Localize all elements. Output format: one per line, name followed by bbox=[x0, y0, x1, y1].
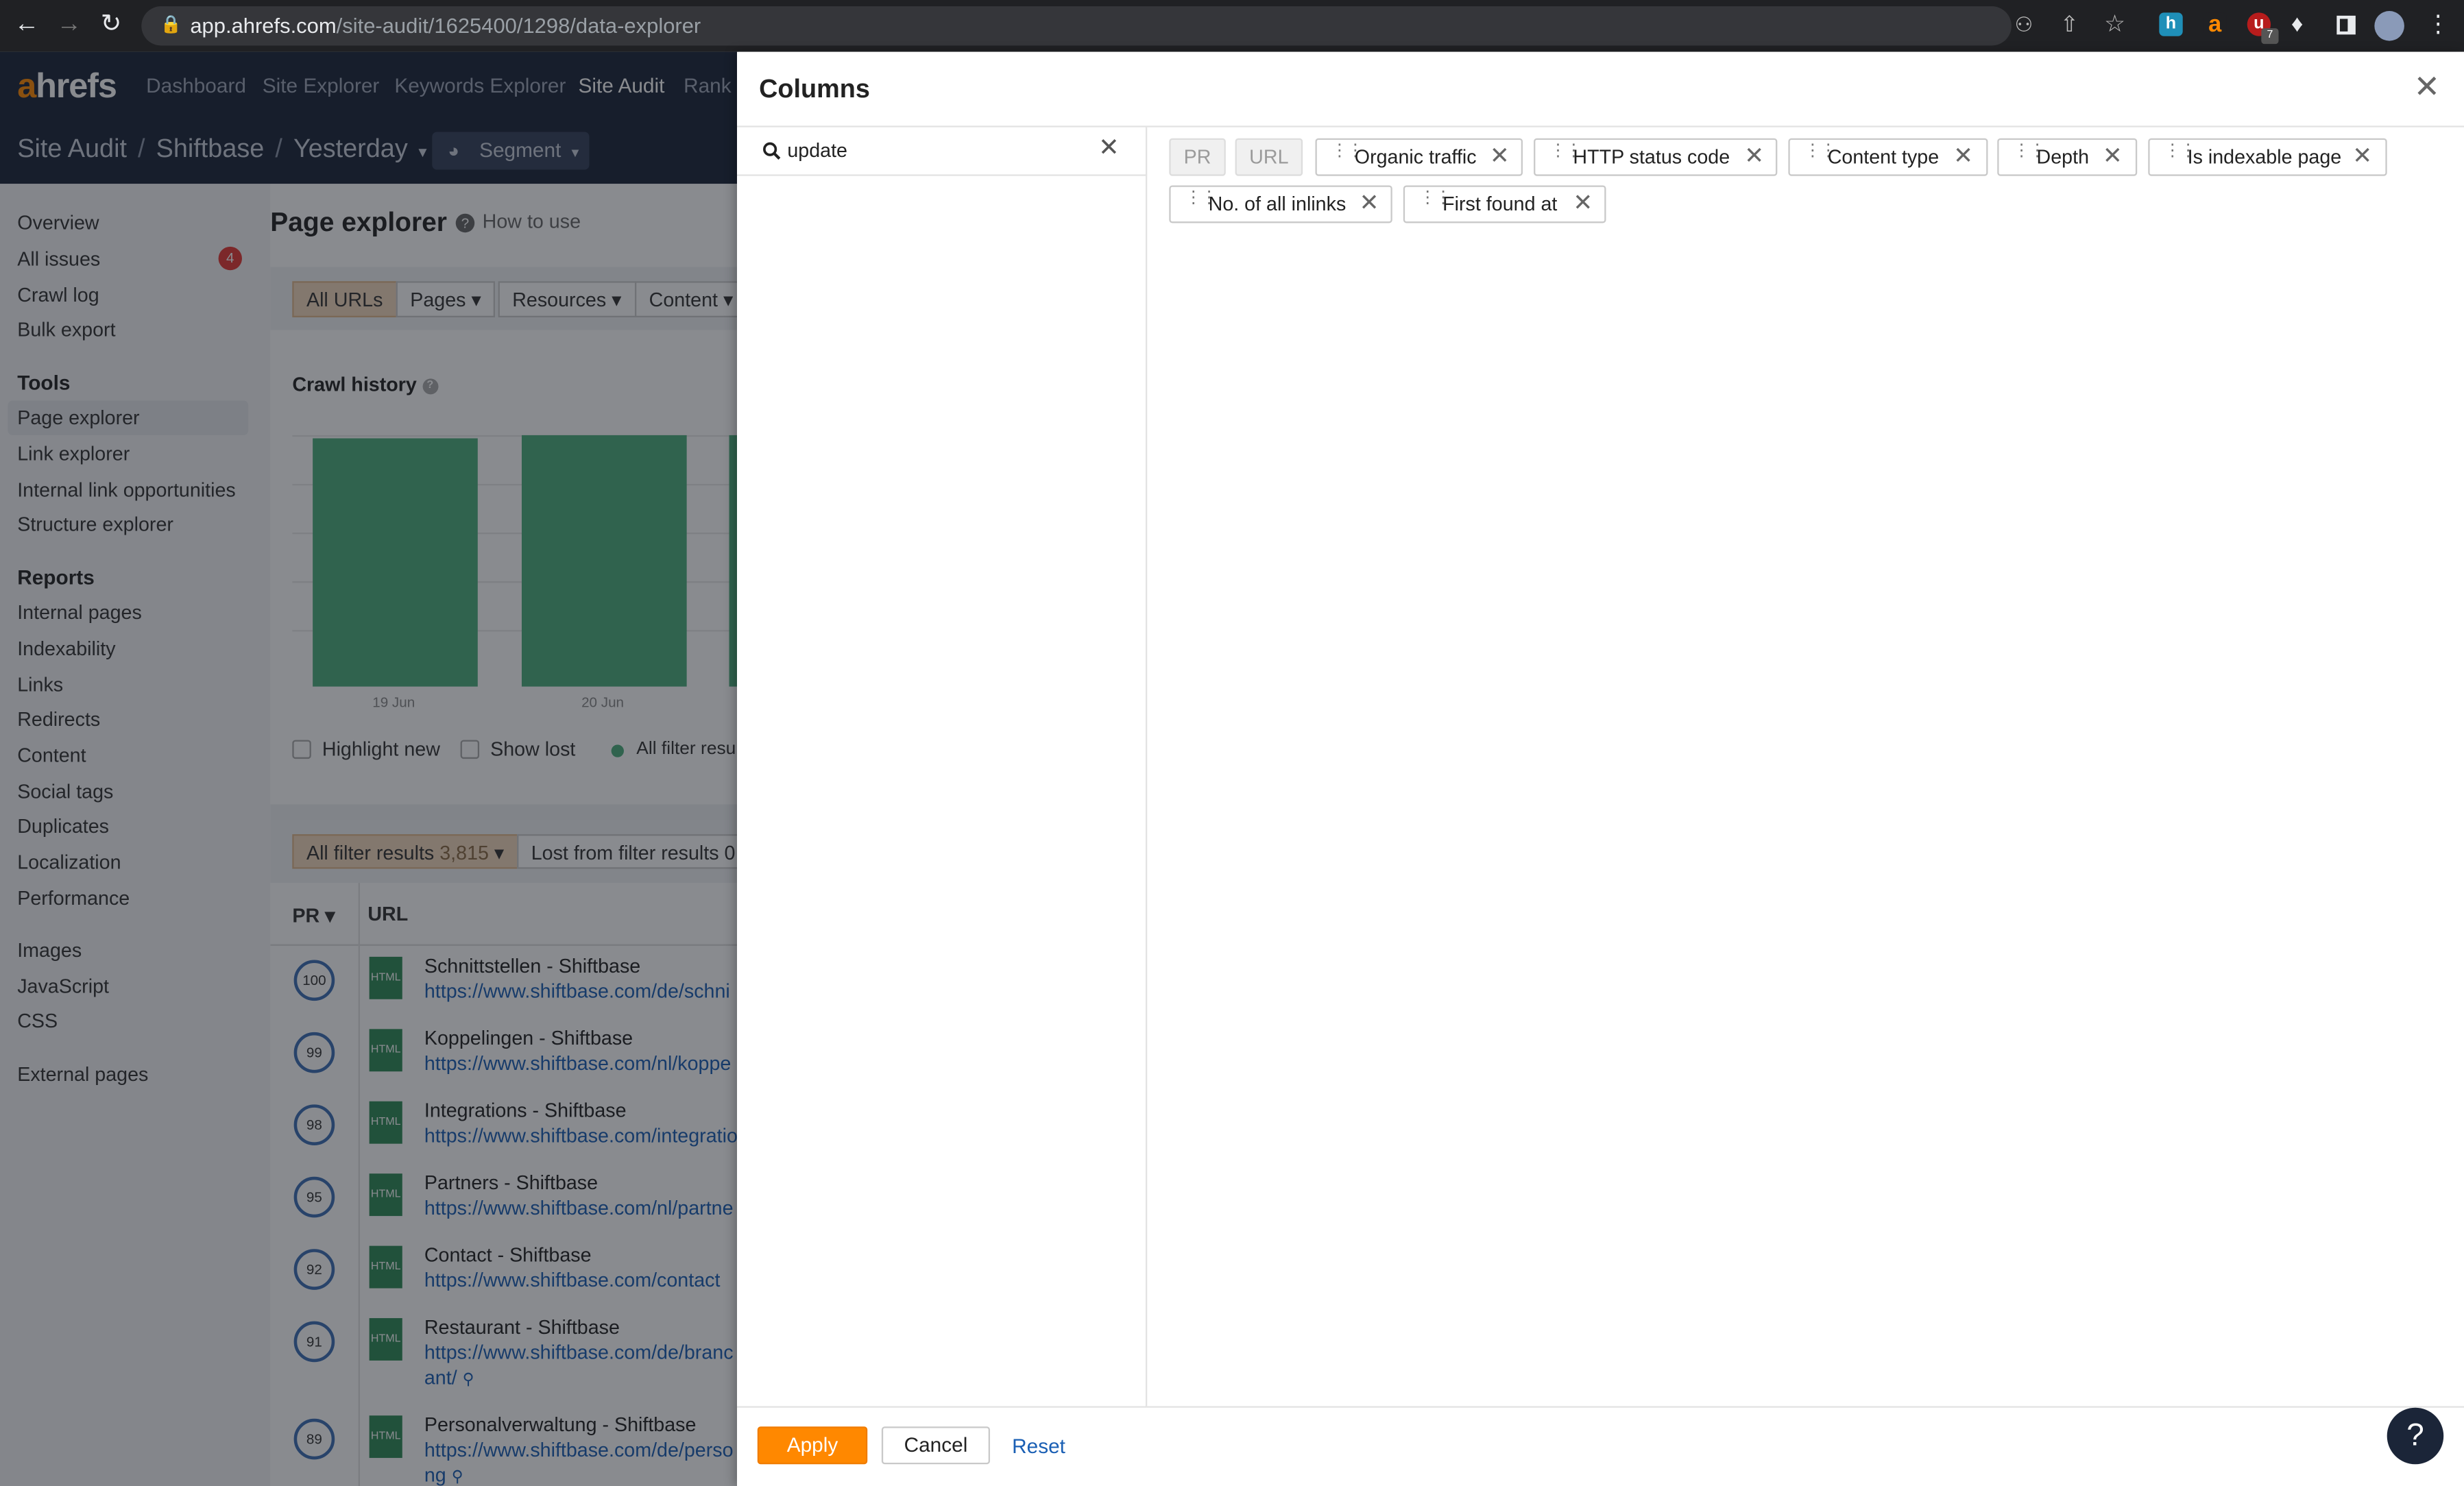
column-chip-depth[interactable]: ⋮⋮ Depth ✕ bbox=[1997, 138, 2138, 176]
back-icon[interactable]: ← bbox=[14, 11, 40, 39]
apply-button[interactable]: Apply bbox=[757, 1426, 868, 1465]
column-chip-url-fixed: URL bbox=[1235, 138, 1303, 176]
drag-handle-icon[interactable]: ⋮⋮ bbox=[1549, 142, 1582, 167]
remove-column-icon[interactable]: ✕ bbox=[1744, 140, 1764, 174]
remove-column-icon[interactable]: ✕ bbox=[1360, 187, 1379, 221]
column-search-input[interactable] bbox=[787, 135, 1086, 167]
close-icon[interactable]: ✕ bbox=[2414, 72, 2440, 103]
url-path: /site-audit/1625400/1298/data-explorer bbox=[336, 14, 701, 38]
column-chip-content-type[interactable]: ⋮⋮ Content type ✕ bbox=[1788, 138, 1988, 176]
remove-column-icon[interactable]: ✕ bbox=[1573, 187, 1593, 221]
lock-icon: 🔒 bbox=[160, 15, 182, 35]
ahrefs-extension-icon[interactable]: a bbox=[2203, 12, 2227, 36]
drag-handle-icon[interactable]: ⋮⋮ bbox=[1185, 189, 1218, 214]
drag-handle-icon[interactable]: ⋮⋮ bbox=[1419, 189, 1452, 214]
menu-kebab-icon[interactable]: ⋮ bbox=[2426, 11, 2450, 39]
column-search-row: ✕ bbox=[736, 127, 1148, 176]
remove-column-icon[interactable]: ✕ bbox=[1490, 140, 1510, 174]
side-panel-icon[interactable] bbox=[2336, 15, 2356, 35]
address-bar[interactable]: 🔒 app.ahrefs.com/site-audit/1625400/1298… bbox=[141, 6, 2125, 46]
extensions-puzzle-icon[interactable]: ♦ bbox=[2291, 11, 2304, 39]
clear-search-icon[interactable]: ✕ bbox=[1098, 136, 1120, 162]
remove-column-icon[interactable]: ✕ bbox=[1953, 140, 1973, 174]
drag-handle-icon[interactable]: ⋮⋮ bbox=[2164, 142, 2197, 167]
modal-backdrop[interactable] bbox=[0, 51, 739, 1486]
column-chip-organic-traffic[interactable]: ⋮⋮ Organic traffic ✕ bbox=[1315, 138, 1523, 176]
drag-handle-icon[interactable]: ⋮⋮ bbox=[1804, 142, 1837, 167]
remove-column-icon[interactable]: ✕ bbox=[2352, 140, 2372, 174]
column-search-pane: ✕ bbox=[736, 127, 1148, 1406]
column-chip-first-found-at[interactable]: ⋮⋮ First found at ✕ bbox=[1403, 185, 1606, 223]
share-icon[interactable]: ⇧ bbox=[2060, 11, 2079, 38]
cancel-button[interactable]: Cancel bbox=[881, 1426, 991, 1465]
reload-icon[interactable]: ↻ bbox=[101, 11, 122, 39]
bookmark-star-icon[interactable]: ☆ bbox=[2104, 10, 2125, 38]
forward-icon[interactable]: → bbox=[57, 11, 82, 39]
dialog-title: Columns bbox=[759, 75, 870, 104]
extension-badge: 7 bbox=[2261, 28, 2279, 45]
url-domain: app.ahrefs.com bbox=[190, 14, 337, 38]
column-chip-no-of-all-inlinks[interactable]: ⋮⋮ No. of all inlinks ✕ bbox=[1169, 185, 1392, 223]
search-icon bbox=[763, 142, 781, 160]
reset-link[interactable]: Reset bbox=[1012, 1435, 1065, 1458]
drag-handle-icon[interactable]: ⋮⋮ bbox=[1331, 142, 1364, 167]
remove-column-icon[interactable]: ✕ bbox=[2103, 140, 2123, 174]
column-chip-http-status-code[interactable]: ⋮⋮ HTTP status code ✕ bbox=[1534, 138, 1778, 176]
column-chip-is-indexable-page[interactable]: ⋮⋮ Is indexable page ✕ bbox=[2148, 138, 2387, 176]
column-chip-pr-fixed: PR bbox=[1169, 138, 1226, 176]
profile-avatar[interactable] bbox=[2374, 11, 2404, 41]
columns-dialog: Columns ✕ ✕ PR URL ⋮⋮ Organic traffic ✕ … bbox=[736, 51, 2464, 1486]
extension-icon-1[interactable]: h bbox=[2159, 12, 2183, 36]
browser-toolbar: ← → ↻ 🔒 app.ahrefs.com/site-audit/162540… bbox=[0, 0, 2464, 52]
help-chat-button[interactable]: ? bbox=[2387, 1407, 2444, 1465]
translate-icon[interactable]: ⚇ bbox=[2014, 12, 2033, 38]
drag-handle-icon[interactable]: ⋮⋮ bbox=[2013, 142, 2046, 167]
